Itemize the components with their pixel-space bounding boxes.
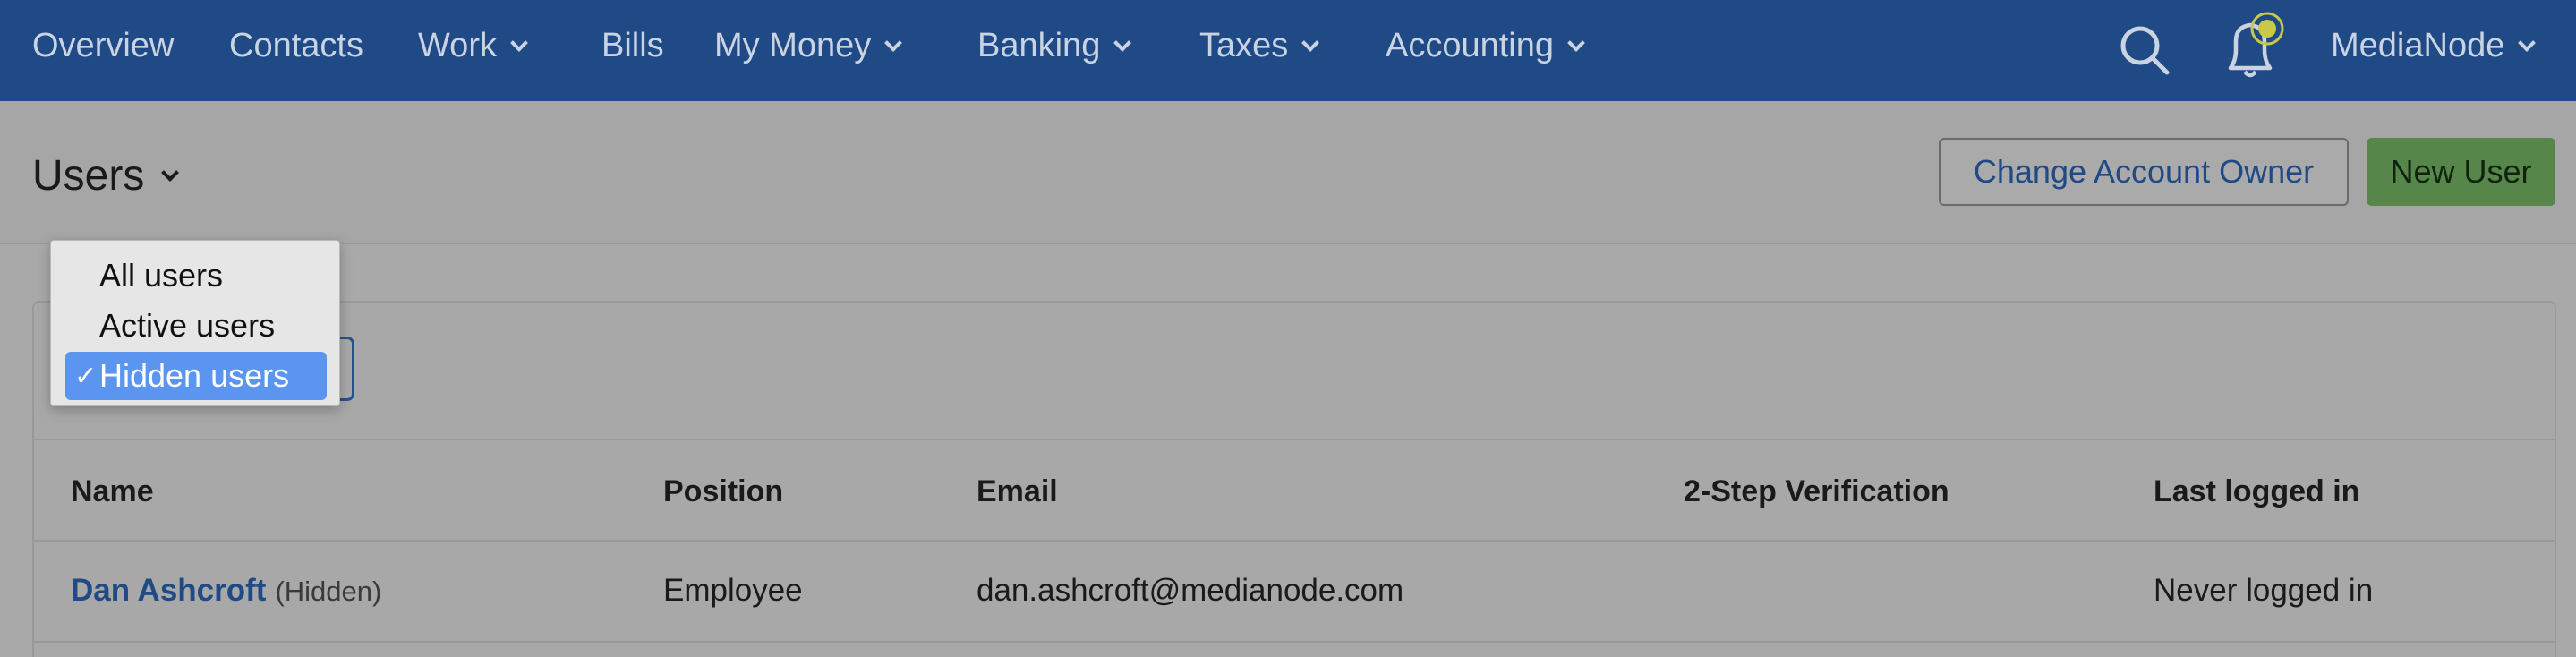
change-account-owner-button[interactable]: Change Account Owner <box>1939 138 2349 206</box>
chevron-down-icon <box>510 33 528 52</box>
checkmark-icon: ✓ <box>74 361 98 391</box>
user-email: dan.ashcroft@medianode.com <box>977 573 1404 608</box>
divider <box>34 641 2555 643</box>
nav-my-money-label: My Money <box>714 27 872 64</box>
chevron-down-icon <box>1567 33 1585 52</box>
hidden-tag: (Hidden) <box>275 576 382 607</box>
nav-banking-label: Banking <box>977 27 1101 64</box>
user-filter-dropdown-menu: All users Active users ✓ Hidden users <box>50 240 340 406</box>
user-last-logged-in: Never logged in <box>2154 573 2374 608</box>
chevron-down-icon <box>1113 33 1132 52</box>
chevron-down-icon <box>2518 33 2537 52</box>
nav-taxes-label: Taxes <box>1199 27 1289 64</box>
chevron-down-icon <box>884 33 903 52</box>
users-view-selector[interactable]: Users <box>32 151 180 201</box>
user-position: Employee <box>663 573 803 608</box>
filter-option-label: Active users <box>99 307 276 344</box>
column-header-name[interactable]: Name <box>71 474 154 509</box>
filter-option-all-users[interactable]: All users <box>65 252 327 300</box>
user-name-link[interactable]: Dan Ashcroft <box>71 573 266 608</box>
nav-work[interactable]: Work <box>418 27 528 65</box>
column-header-email[interactable]: Email <box>977 474 1058 509</box>
user-name-cell: Dan Ashcroft (Hidden) <box>71 573 381 609</box>
column-header-position[interactable]: Position <box>663 474 783 509</box>
chevron-down-icon <box>161 163 180 182</box>
nav-accounting-label: Accounting <box>1386 27 1555 64</box>
nav-accounting[interactable]: Accounting <box>1386 27 1585 65</box>
search-icon[interactable] <box>2118 23 2171 77</box>
filter-option-active-users[interactable]: Active users <box>65 302 327 350</box>
page-title: Users <box>32 152 145 200</box>
bell-icon[interactable] <box>2220 11 2295 79</box>
nav-work-label: Work <box>418 27 497 64</box>
nav-bills[interactable]: Bills <box>601 27 664 65</box>
column-header-2-step-verification[interactable]: 2-Step Verification <box>1684 474 1949 509</box>
column-header-last-logged-in[interactable]: Last logged in <box>2154 474 2359 509</box>
account-name: MediaNode <box>2331 27 2505 64</box>
nav-overview[interactable]: Overview <box>32 27 174 65</box>
account-menu[interactable]: MediaNode <box>2331 27 2537 65</box>
filter-option-label: Hidden users <box>99 357 290 394</box>
filter-option-label: All users <box>99 257 224 294</box>
nav-banking[interactable]: Banking <box>977 27 1132 65</box>
nav-bills-label: Bills <box>601 27 664 64</box>
nav-contacts[interactable]: Contacts <box>229 27 363 65</box>
nav-my-money[interactable]: My Money <box>714 27 903 65</box>
nav-overview-label: Overview <box>32 27 175 64</box>
nav-contacts-label: Contacts <box>229 27 363 64</box>
chevron-down-icon <box>1301 33 1320 52</box>
filter-option-hidden-users[interactable]: ✓ Hidden users <box>65 352 327 400</box>
page-header: Users Change Account Owner New User <box>0 101 2576 244</box>
divider <box>34 540 2555 542</box>
new-user-button[interactable]: New User <box>2367 138 2555 206</box>
top-navigation-bar: Overview Contacts Work Bills My Money Ba… <box>0 0 2576 101</box>
divider <box>34 439 2555 440</box>
nav-taxes[interactable]: Taxes <box>1199 27 1320 65</box>
